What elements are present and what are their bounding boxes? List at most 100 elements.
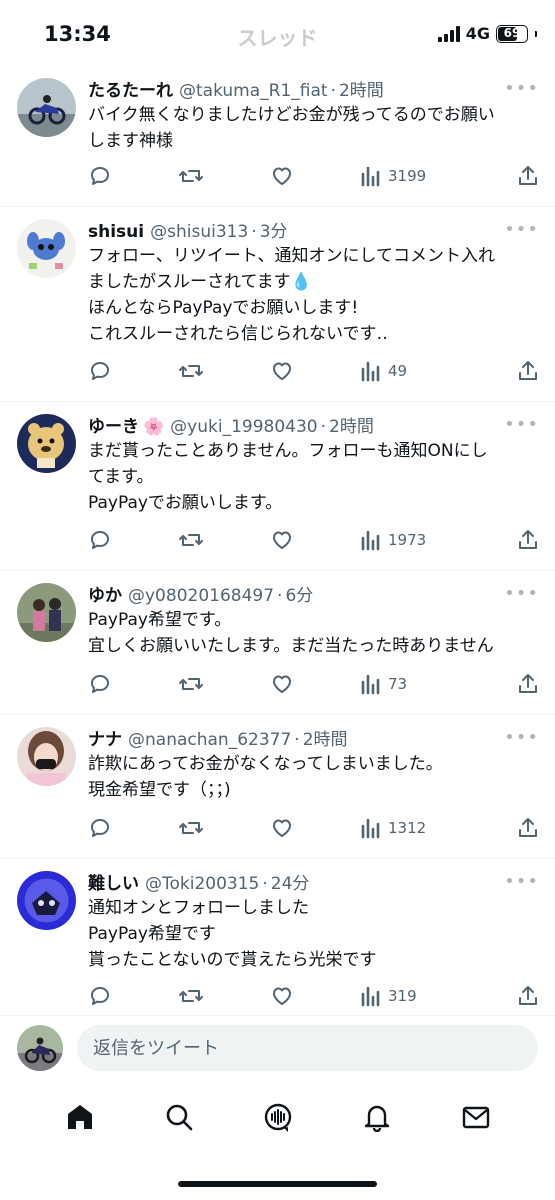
tweet[interactable]: shisui @shisui313 · 3分 ••• フォロー、リツイート、通知… — [0, 207, 555, 402]
tab-spaces[interactable] — [253, 1092, 303, 1142]
display-name[interactable]: ナナ — [88, 725, 122, 750]
tweet[interactable]: ナナ @nanachan_62377 · 2時間 ••• 詐欺にあってお金がなく… — [0, 715, 555, 859]
reply-button[interactable] — [88, 528, 112, 552]
avatar[interactable] — [17, 414, 76, 473]
tweet-actions: 319 — [88, 984, 540, 1008]
share-button[interactable] — [516, 984, 540, 1008]
views-button[interactable]: 49 — [360, 360, 450, 382]
heart-icon — [273, 167, 291, 185]
tweet-time: 3分 — [259, 222, 288, 242]
tweet-text-line: PayPayでお願いします。 — [88, 493, 283, 513]
avatar[interactable] — [17, 871, 76, 930]
tab-search[interactable] — [154, 1092, 204, 1142]
tweet-text-line: します神様 — [88, 131, 173, 151]
share-button[interactable] — [516, 816, 540, 840]
share-button[interactable] — [516, 164, 540, 188]
tweet-actions: 73 — [88, 672, 540, 696]
tab-messages[interactable] — [451, 1092, 501, 1142]
tab-home[interactable] — [55, 1092, 105, 1142]
tweet[interactable]: 難しい @Toki200315 · 24分 ••• 通知オンとフォローしました … — [0, 859, 555, 1015]
like-button[interactable] — [270, 672, 294, 696]
views-count: 3199 — [388, 167, 427, 185]
separator-dot: · — [294, 730, 300, 750]
views-button[interactable]: 3199 — [360, 165, 450, 187]
tweet-text: 通知オンとフォローしました PayPay希望です 貰ったことないので貰えたら光栄… — [88, 895, 539, 973]
retweet-button[interactable] — [178, 359, 204, 383]
tweet[interactable]: ゆか @y08020168497 · 6分 ••• PayPay希望です。 宜し… — [0, 571, 555, 715]
user-handle[interactable]: @nanachan_62377 — [128, 730, 291, 750]
views-button[interactable]: 73 — [360, 673, 450, 695]
views-chart-icon — [361, 530, 380, 551]
more-options-icon[interactable]: ••• — [504, 583, 539, 604]
display-name[interactable]: たるたーれ — [88, 76, 173, 101]
more-options-icon[interactable]: ••• — [504, 414, 539, 435]
more-options-icon[interactable]: ••• — [504, 78, 539, 99]
more-options-icon[interactable]: ••• — [504, 219, 539, 240]
retweet-button[interactable] — [178, 816, 204, 840]
like-button[interactable] — [270, 164, 294, 188]
views-count: 73 — [388, 675, 408, 693]
tab-notifications[interactable] — [352, 1092, 402, 1142]
tweet[interactable]: ゆーき 🌸 @yuki_19980430 · 2時間 ••• まだ貰ったことあり… — [0, 402, 555, 571]
tweet-header: ゆーき 🌸 @yuki_19980430 · 2時間 ••• — [88, 412, 539, 437]
like-button[interactable] — [270, 359, 294, 383]
share-icon — [519, 530, 537, 549]
share-button[interactable] — [516, 672, 540, 696]
display-name[interactable]: ゆーき — [88, 412, 139, 437]
like-button[interactable] — [270, 528, 294, 552]
reply-button[interactable] — [88, 164, 112, 188]
retweet-button[interactable] — [178, 984, 204, 1008]
separator-dot: · — [251, 222, 257, 242]
share-button[interactable] — [516, 528, 540, 552]
tweet-header: ナナ @nanachan_62377 · 2時間 ••• — [88, 725, 539, 750]
reply-button[interactable] — [88, 816, 112, 840]
retweet-button[interactable] — [178, 528, 204, 552]
reply-icon — [91, 531, 109, 549]
tweet[interactable]: たるたーれ @takuma_R1_fiat · 2時間 ••• バイク無くなりま… — [0, 66, 555, 207]
avatar[interactable] — [17, 583, 76, 642]
spaces-icon — [264, 1103, 291, 1132]
like-button[interactable] — [270, 816, 294, 840]
views-button[interactable]: 1312 — [360, 817, 450, 839]
display-name[interactable]: 難しい — [88, 869, 139, 894]
share-button[interactable] — [516, 359, 540, 383]
user-handle[interactable]: @shisui313 — [150, 222, 248, 242]
retweet-button[interactable] — [178, 164, 204, 188]
retweet-button[interactable] — [178, 672, 204, 696]
user-handle[interactable]: @yuki_19980430 — [170, 417, 317, 437]
retweet-icon — [179, 678, 203, 690]
my-avatar[interactable] — [17, 1025, 63, 1071]
views-button[interactable]: 319 — [360, 985, 450, 1007]
home-indicator[interactable] — [178, 1181, 377, 1187]
status-bar: 13:34 スレッド 4G 69 — [0, 0, 555, 70]
user-handle[interactable]: @takuma_R1_fiat — [179, 81, 328, 101]
like-button[interactable] — [270, 984, 294, 1008]
user-handle[interactable]: @y08020168497 — [128, 586, 274, 606]
reply-icon — [91, 987, 109, 1005]
reply-button[interactable] — [88, 359, 112, 383]
reply-input[interactable] — [77, 1025, 538, 1071]
display-name[interactable]: ゆか — [88, 581, 122, 606]
avatar[interactable] — [17, 219, 76, 278]
reply-composer — [0, 1015, 555, 1080]
more-options-icon[interactable]: ••• — [504, 871, 539, 892]
tweet-actions: 49 — [88, 359, 540, 383]
tweet-body: 難しい @Toki200315 · 24分 ••• 通知オンとフォローしました … — [88, 869, 539, 973]
share-icon — [519, 818, 537, 837]
more-options-icon[interactable]: ••• — [504, 727, 539, 748]
share-icon — [519, 674, 537, 693]
reply-button[interactable] — [88, 672, 112, 696]
user-handle[interactable]: @Toki200315 — [145, 874, 259, 894]
views-button[interactable]: 1973 — [360, 529, 450, 551]
bottom-tab-bar — [0, 1085, 555, 1149]
tweet-text-line: まだ貰ったことありません。フォローも通知ONにし — [88, 441, 488, 461]
avatar[interactable] — [17, 727, 76, 786]
views-count: 49 — [388, 362, 408, 380]
display-name[interactable]: shisui — [88, 222, 144, 242]
tweet-body: ゆーき 🌸 @yuki_19980430 · 2時間 ••• まだ貰ったことあり… — [88, 412, 539, 516]
share-icon — [519, 986, 537, 1005]
reply-icon — [91, 167, 109, 185]
avatar[interactable] — [17, 78, 76, 137]
reply-button[interactable] — [88, 984, 112, 1008]
tweet-text-line: 通知オンとフォローしました — [88, 898, 309, 918]
